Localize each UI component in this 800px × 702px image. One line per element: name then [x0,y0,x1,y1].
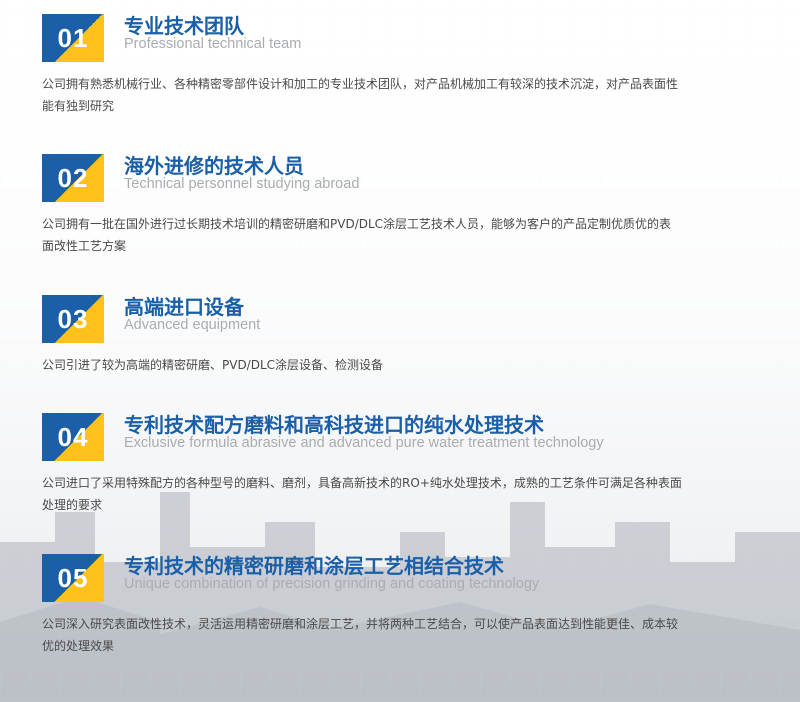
feature-subtitle: Unique combination of precision grinding… [124,576,540,592]
feature-description: 公司拥有熟悉机械行业、各种精密零部件设计和加工的专业技术团队，对产品机械加工有较… [42,77,679,113]
feature-title: 专利技术配方磨料和高科技进口的纯水处理技术 [124,413,544,437]
number-badge: 02 [42,154,104,202]
feature-subtitle: Advanced equipment [124,317,261,333]
feature-subtitle: Technical personnel studying abroad [124,176,360,192]
feature-title: 高端进口设备 [124,295,244,319]
feature-title: 专业技术团队 [124,14,244,38]
feature-subtitle: Professional technical team [124,36,302,52]
feature-title: 专利技术的精密研磨和涂层工艺相结合技术 [124,554,504,578]
feature-subtitle: Exclusive formula abrasive and advanced … [124,435,604,451]
number-badge: 04 [42,413,104,461]
feature-description: 公司拥有一批在国外进行过长期技术培训的精密研磨和PVD/DLC涂层工艺技术人员，… [42,217,672,253]
number-badge: 03 [42,295,104,343]
feature-description: 公司进口了采用特殊配方的各种型号的磨料、磨剂，具备高新技术的RO+纯水处理技术，… [42,476,682,512]
feature-description: 公司引进了较为高端的精密研磨、PVD/DLC涂层设备、检测设备 [42,358,384,372]
feature-description: 公司深入研究表面改性技术，灵活运用精密研磨和涂层工艺，并将两种工艺结合，可以使产… [42,617,679,653]
feature-title: 海外进修的技术人员 [124,154,304,178]
number-badge: 01 [42,14,104,62]
number-badge: 05 [42,554,104,602]
